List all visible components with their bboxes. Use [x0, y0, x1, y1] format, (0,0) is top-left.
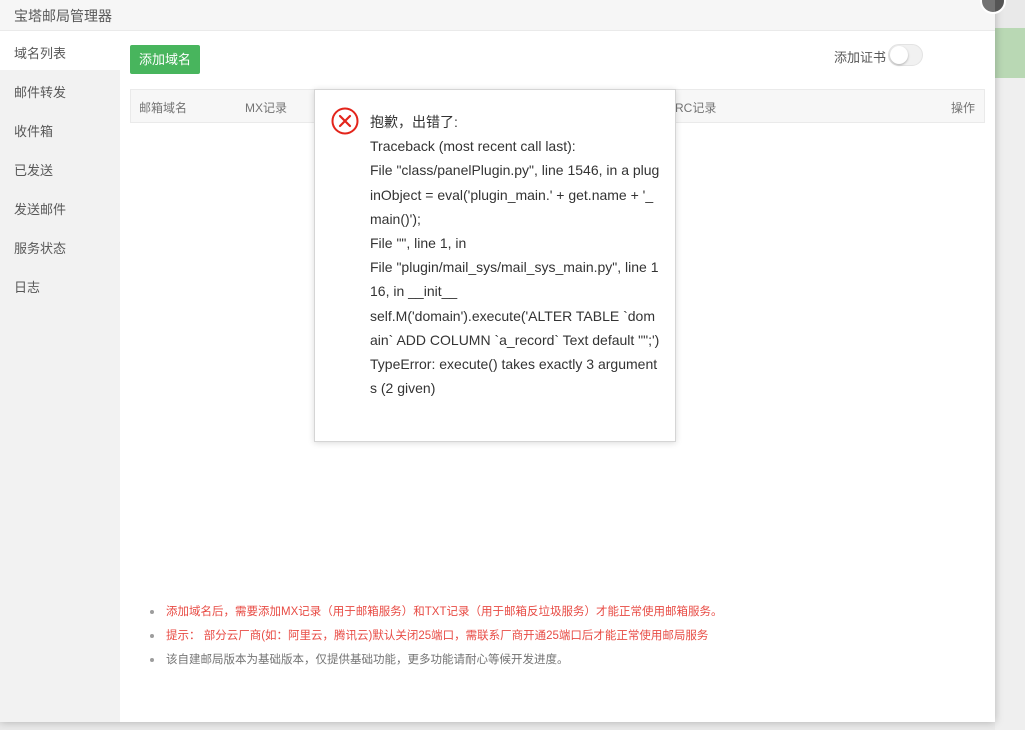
- tip-item: 添加域名后，需要添加MX记录（用于邮箱服务）和TXT记录（用于邮箱反垃圾服务）才…: [148, 600, 722, 624]
- error-dialog: 抱歉，出错了: Traceback (most recent call last…: [314, 89, 676, 442]
- sidebar-item-domain-list[interactable]: 域名列表: [0, 31, 120, 70]
- sidebar-item-logs[interactable]: 日志: [0, 265, 120, 304]
- sidebar-item-send-mail[interactable]: 发送邮件: [0, 187, 120, 226]
- column-header-actions: 操作: [951, 101, 976, 115]
- error-line: File "class/panelPlugin.py", line 1546, …: [370, 162, 660, 227]
- error-x-icon: [331, 107, 359, 135]
- add-cert-label: 添加证书: [834, 50, 887, 65]
- background-header-strip: [995, 28, 1025, 78]
- error-line: File "plugin/mail_sys/mail_sys_main.py",…: [370, 259, 659, 300]
- add-domain-button[interactable]: 添加域名: [130, 45, 200, 74]
- sidebar-item-mail-forward[interactable]: 邮件转发: [0, 70, 120, 109]
- error-line: self.M('domain').execute('ALTER TABLE `d…: [370, 307, 660, 348]
- column-header-mx: MX记录: [245, 101, 288, 115]
- window-title: 宝塔邮局管理器: [14, 8, 112, 24]
- error-line: File "", line 1, in: [370, 235, 467, 252]
- title-bar: 宝塔邮局管理器: [0, 0, 995, 31]
- sidebar-item-inbox[interactable]: 收件箱: [0, 109, 120, 148]
- toggle-knob: [890, 46, 908, 64]
- add-cert-toggle[interactable]: [888, 44, 923, 66]
- column-header-domain: 邮箱域名: [139, 101, 188, 115]
- sidebar: 域名列表 邮件转发 收件箱 已发送 发送邮件 服务状态 日志: [0, 31, 120, 722]
- column-header-rc: RC记录: [675, 101, 717, 115]
- tip-item: 提示： 部分云厂商(如：阿里云，腾讯云)默认关闭25端口，需联系厂商开通25端口…: [148, 624, 722, 648]
- error-line: TypeError: execute() takes exactly 3 arg…: [370, 356, 658, 397]
- tips-list: 添加域名后，需要添加MX记录（用于邮箱服务）和TXT记录（用于邮箱反垃圾服务）才…: [148, 600, 722, 672]
- tip-item: 该自建邮局版本为基础版本，仅提供基础功能，更多功能请耐心等候开发进度。: [148, 648, 722, 672]
- error-line: Traceback (most recent call last):: [370, 138, 576, 155]
- background-scroll-area: [995, 78, 1025, 730]
- error-heading: 抱歉，出错了:: [370, 114, 458, 130]
- sidebar-item-service-status[interactable]: 服务状态: [0, 226, 120, 265]
- sidebar-item-sent[interactable]: 已发送: [0, 148, 120, 187]
- error-message: 抱歉，出错了: Traceback (most recent call last…: [370, 110, 660, 400]
